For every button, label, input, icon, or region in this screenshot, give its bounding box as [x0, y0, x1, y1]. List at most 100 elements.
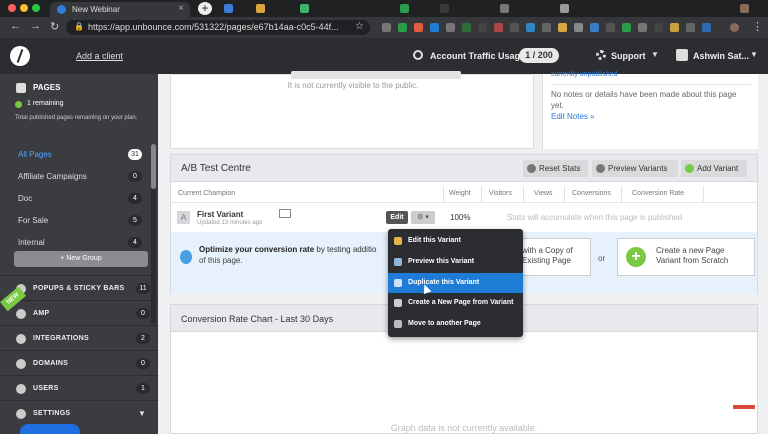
sidebar-group-for-sale[interactable]: For Sale 5	[0, 210, 150, 232]
bookmark-icon[interactable]	[300, 4, 309, 13]
divider	[523, 186, 524, 202]
variant-weight[interactable]: 100%	[450, 213, 470, 222]
menu-item-move-to-another-page[interactable]: Move to another Page	[388, 314, 523, 334]
divider	[703, 186, 704, 202]
bookmark-star-icon[interactable]: ☆	[355, 21, 364, 32]
extension-icon[interactable]	[382, 23, 391, 32]
sidebar-item-settings[interactable]: SETTINGS ▼	[0, 400, 158, 425]
menu-item-preview-variant[interactable]: Preview this Variant	[388, 252, 523, 272]
extension-icon[interactable]	[574, 23, 583, 32]
url-text: https://app.unbounce.com/531322/pages/e6…	[88, 22, 339, 32]
menu-dots-icon[interactable]: ⋮	[752, 20, 763, 33]
sidebar-group-all-pages[interactable]: All Pages 31	[0, 144, 150, 166]
forward-arrow-icon[interactable]: →	[30, 20, 41, 32]
extension-icon[interactable]	[702, 23, 711, 32]
bookmark-icon[interactable]	[560, 4, 569, 13]
sidebar-item-amp[interactable]: AMP 0	[0, 300, 158, 325]
scrollbar-thumb[interactable]	[151, 144, 156, 189]
extension-icon[interactable]	[414, 23, 423, 32]
extension-icon[interactable]	[510, 23, 519, 32]
user-menu[interactable]: Ashwin Sat...	[693, 51, 749, 61]
unbounce-logo-icon[interactable]	[10, 46, 30, 66]
extension-icon[interactable]	[526, 23, 535, 32]
extension-icon[interactable]	[558, 23, 567, 32]
reset-stats-button[interactable]: Reset Stats	[523, 160, 588, 177]
sidebar-group-doc[interactable]: Doc 4	[0, 188, 150, 210]
lightbulb-icon	[180, 250, 192, 264]
sidebar-group-affiliate-campaigns[interactable]: Affiliate Campaigns 0	[0, 166, 150, 188]
browser-tab[interactable]: New Webinar ×	[50, 2, 190, 17]
address-bar[interactable]: 🔒 https://app.unbounce.com/531322/pages/…	[66, 20, 370, 35]
variant-letter-badge: A	[177, 211, 190, 224]
col-views: Views	[534, 190, 553, 197]
add-client-link[interactable]: Add a client	[76, 51, 123, 61]
extension-icon[interactable]	[430, 23, 439, 32]
nav-label: SETTINGS	[33, 410, 71, 417]
nav-label: POPUPS & STICKY BARS	[33, 285, 125, 292]
minimize-window-icon[interactable]	[20, 4, 28, 12]
extension-icon[interactable]	[462, 23, 471, 32]
lock-icon: 🔒	[74, 22, 84, 31]
page-status-title	[291, 71, 461, 79]
extension-icon[interactable]	[638, 23, 647, 32]
pages-remaining-description: Total published pages remaining on your …	[15, 115, 138, 121]
preview-variants-label: Preview Variants	[608, 164, 668, 173]
create-variant-from-scratch-card[interactable]: + Create a new Page Variant from Scratch	[617, 238, 755, 276]
add-variant-button[interactable]: Add Variant	[681, 160, 747, 177]
pages-heading[interactable]: PAGES	[33, 83, 60, 92]
menu-item-create-page-from-variant[interactable]: Create a New Page from Variant	[388, 293, 523, 313]
extension-icon[interactable]	[686, 23, 695, 32]
sidebar-item-integrations[interactable]: INTEGRATIONS 2	[0, 325, 158, 350]
copy-card-line-1: with a Copy of	[522, 246, 573, 255]
group-label: Doc	[18, 194, 33, 203]
window-controls[interactable]	[8, 4, 44, 14]
support-menu[interactable]: Support	[611, 51, 646, 61]
extension-icon[interactable]	[654, 23, 663, 32]
chat-widget-button[interactable]	[20, 424, 80, 434]
tab-close-icon[interactable]: ×	[178, 3, 184, 14]
bookmark-icon[interactable]	[256, 4, 265, 13]
new-tab-button[interactable]: +	[198, 2, 212, 15]
sidebar-item-users[interactable]: USERS 1	[0, 375, 158, 400]
edit-notes-link[interactable]: Edit Notes »	[551, 112, 595, 121]
extension-icon[interactable]	[606, 23, 615, 32]
bookmark-icon[interactable]	[224, 4, 233, 13]
variant-name[interactable]: First Variant	[197, 210, 243, 219]
tab-favicon-icon	[57, 5, 66, 14]
variant-options-gear-button[interactable]: ⚙ ▾	[411, 211, 435, 224]
menu-item-duplicate-variant[interactable]: Duplicate this Variant	[388, 273, 523, 293]
new-group-button[interactable]: + New Group	[14, 251, 148, 267]
maximize-window-icon[interactable]	[32, 4, 40, 12]
sidebar-item-domains[interactable]: DOMAINS 0	[0, 350, 158, 375]
amp-bolt-icon	[16, 309, 26, 319]
or-label: or	[598, 254, 606, 263]
back-arrow-icon[interactable]: ←	[10, 20, 21, 32]
traffic-usage-badge[interactable]: 1 / 200	[519, 48, 559, 63]
profile-avatar-icon[interactable]	[740, 4, 749, 13]
traffic-gauge-icon	[413, 50, 423, 60]
extension-icon[interactable]	[542, 23, 551, 32]
bookmark-icon[interactable]	[400, 4, 409, 13]
visibility-message: It is not currently visible to the publi…	[287, 81, 419, 90]
extension-icon[interactable]	[670, 23, 679, 32]
bookmark-icon[interactable]	[440, 4, 449, 13]
edit-variant-button[interactable]: Edit	[386, 211, 408, 224]
extension-icon[interactable]	[446, 23, 455, 32]
divider	[564, 186, 565, 202]
menu-item-edit-variant[interactable]: Edit this Variant	[388, 231, 523, 251]
extension-icon[interactable]	[590, 23, 599, 32]
reload-icon[interactable]: ↻	[50, 20, 59, 33]
bookmark-icon[interactable]	[500, 4, 509, 13]
extension-icon[interactable]	[398, 23, 407, 32]
profile-icon[interactable]	[730, 23, 739, 32]
desktop-preview-icon[interactable]	[279, 209, 291, 218]
menu-item-label: Duplicate this Variant	[408, 279, 480, 286]
chevron-down-icon[interactable]: ▼	[138, 409, 146, 418]
chevron-down-icon[interactable]: ▼	[750, 50, 758, 59]
preview-variants-button[interactable]: Preview Variants	[592, 160, 678, 177]
chevron-down-icon[interactable]: ▼	[651, 50, 659, 59]
close-window-icon[interactable]	[8, 4, 16, 12]
extension-icon[interactable]	[494, 23, 503, 32]
extension-icon[interactable]	[622, 23, 631, 32]
extension-icon[interactable]	[478, 23, 487, 32]
